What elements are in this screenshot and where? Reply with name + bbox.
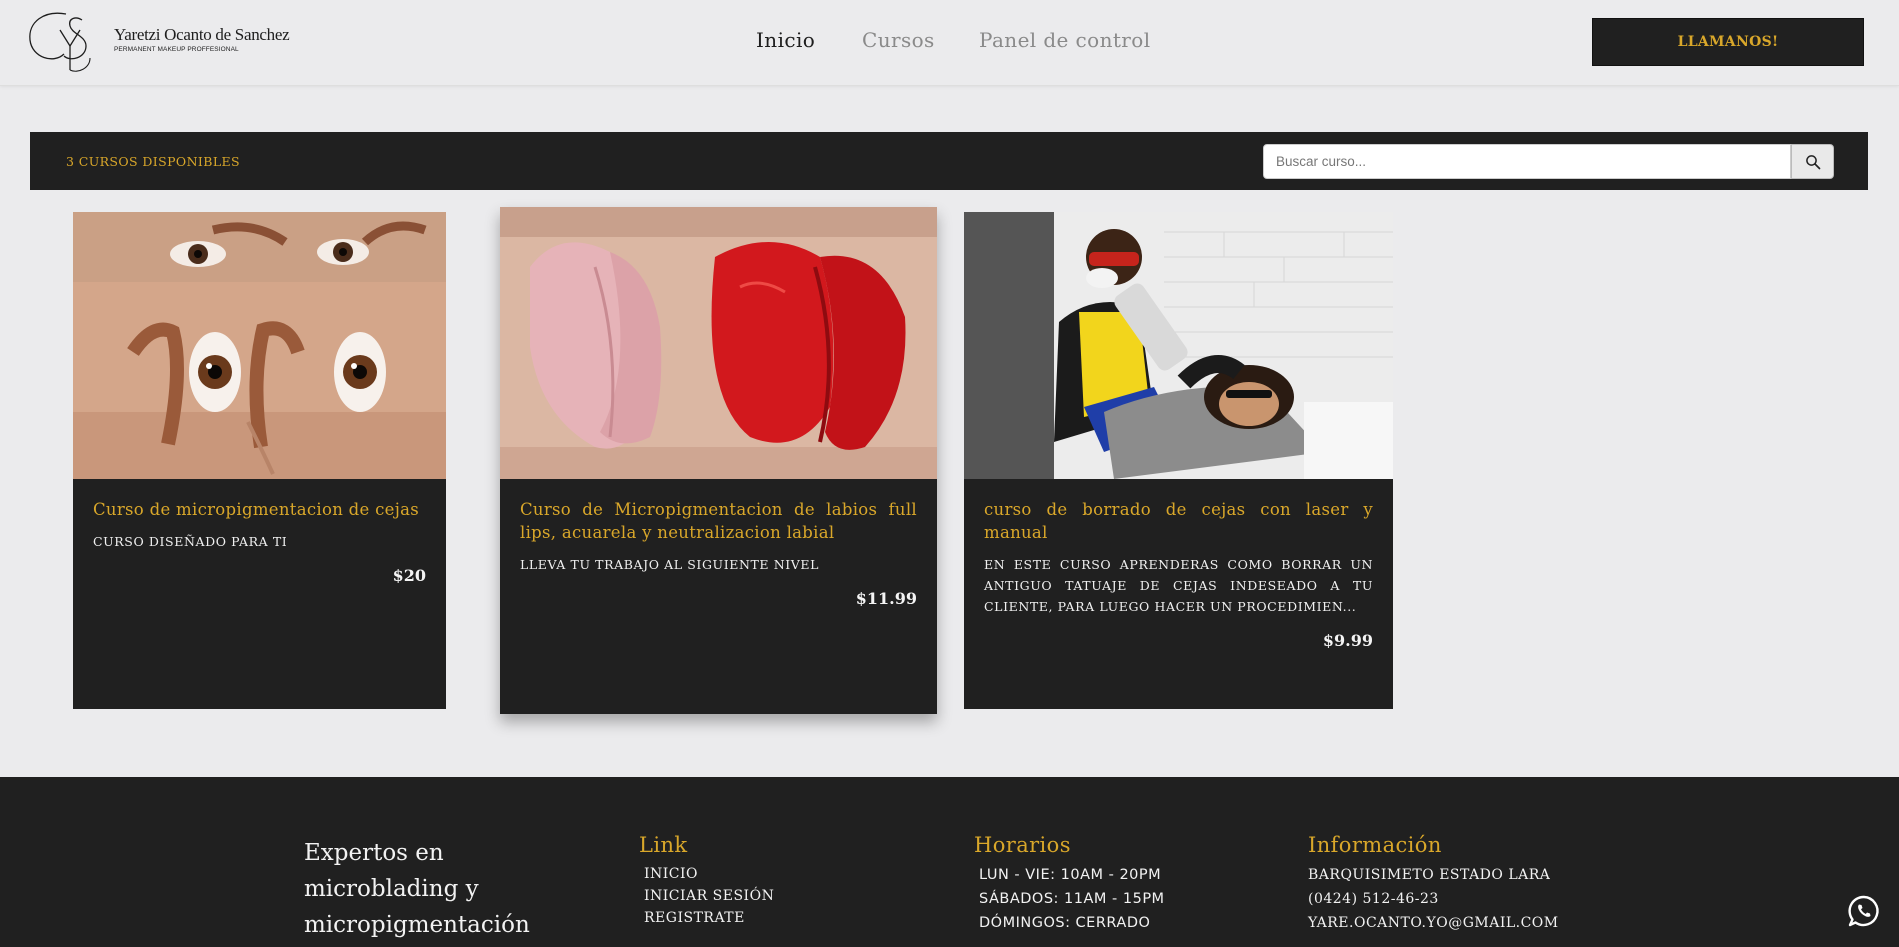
course-price: $11.99 (855, 589, 917, 608)
search-input[interactable] (1263, 144, 1791, 179)
hours-weekdays: LUN - VIE: 10AM - 20PM (979, 867, 1162, 883)
footer-link-inicio[interactable]: INICIO (639, 863, 774, 885)
course-card[interactable]: Curso de micropigmentacion de cejas CURS… (73, 212, 446, 709)
info-address: BARQUISIMETO ESTADO LARA (1308, 867, 1551, 883)
footer-link-register[interactable]: REGISTRATE (639, 907, 774, 929)
courses-count-label: 3 CURSOS DISPONIBLES (66, 154, 241, 169)
course-card-body: Curso de micropigmentacion de cejas CURS… (93, 498, 426, 585)
nav-cursos[interactable]: Cursos (862, 28, 935, 52)
course-card-body: curso de borrado de cejas con laser y ma… (984, 498, 1373, 650)
site-header: Yaretzi Ocanto de Sanchez PERMANENT MAKE… (0, 0, 1899, 86)
magnifier-icon (1805, 154, 1820, 169)
course-image-eyebrows (73, 212, 446, 479)
footer-hours-column: Horarios LUN - VIE: 10AM - 20PM SÁBADOS:… (974, 833, 1165, 935)
course-price: $20 (392, 566, 426, 585)
hours-saturday: SÁBADOS: 11AM - 15PM (979, 891, 1165, 907)
footer-links-title: Link (639, 833, 688, 857)
info-phone[interactable]: (0424) 512-46-23 (1308, 887, 1559, 911)
footer-links-column: Link INICIO INICIAR SESIÓN REGISTRATE (639, 833, 774, 929)
whatsapp-icon[interactable] (1846, 893, 1882, 929)
footer-info-column: Información BARQUISIMETO ESTADO LARA (04… (1308, 833, 1559, 935)
course-title[interactable]: Curso de Micropigmentacion de labios ful… (520, 498, 917, 544)
courses-toolbar: 3 CURSOS DISPONIBLES (30, 132, 1868, 190)
footer-tagline: Expertos en microblading y micropigmenta… (304, 840, 530, 938)
course-card[interactable]: curso de borrado de cejas con laser y ma… (964, 212, 1393, 709)
footer-info-title: Información (1308, 833, 1442, 857)
footer-hours-title: Horarios (974, 833, 1071, 857)
course-description: LLEVA TU TRABAJO AL SIGUIENTE NIVEL (520, 557, 820, 572)
course-description: CURSO DISEÑADO PARA TI (93, 534, 288, 549)
course-price: $9.99 (1322, 631, 1373, 650)
info-email[interactable]: YARE.OCANTO.YO@GMAIL.COM (1308, 911, 1559, 935)
call-button[interactable]: LLAMANOS! (1592, 18, 1864, 66)
nav-inicio[interactable]: Inicio (756, 28, 815, 52)
course-image-laser (964, 212, 1393, 479)
site-footer: Expertos en microblading y micropigmenta… (0, 777, 1899, 947)
course-image-lips (500, 207, 937, 479)
course-card-body: Curso de Micropigmentacion de labios ful… (520, 498, 917, 608)
course-card[interactable]: Curso de Micropigmentacion de labios ful… (500, 207, 937, 714)
course-title[interactable]: Curso de micropigmentacion de cejas (93, 498, 426, 521)
course-description: EN ESTE CURSO APRENDERAS COMO BORRAR UN … (984, 557, 1373, 614)
hours-sunday: DÓMINGOS: CERRADO (979, 915, 1151, 931)
nav-panel-de-control[interactable]: Panel de control (979, 28, 1151, 52)
footer-link-login[interactable]: INICIAR SESIÓN (639, 885, 774, 907)
search-button[interactable] (1791, 144, 1834, 179)
course-title[interactable]: curso de borrado de cejas con laser y ma… (984, 498, 1373, 544)
